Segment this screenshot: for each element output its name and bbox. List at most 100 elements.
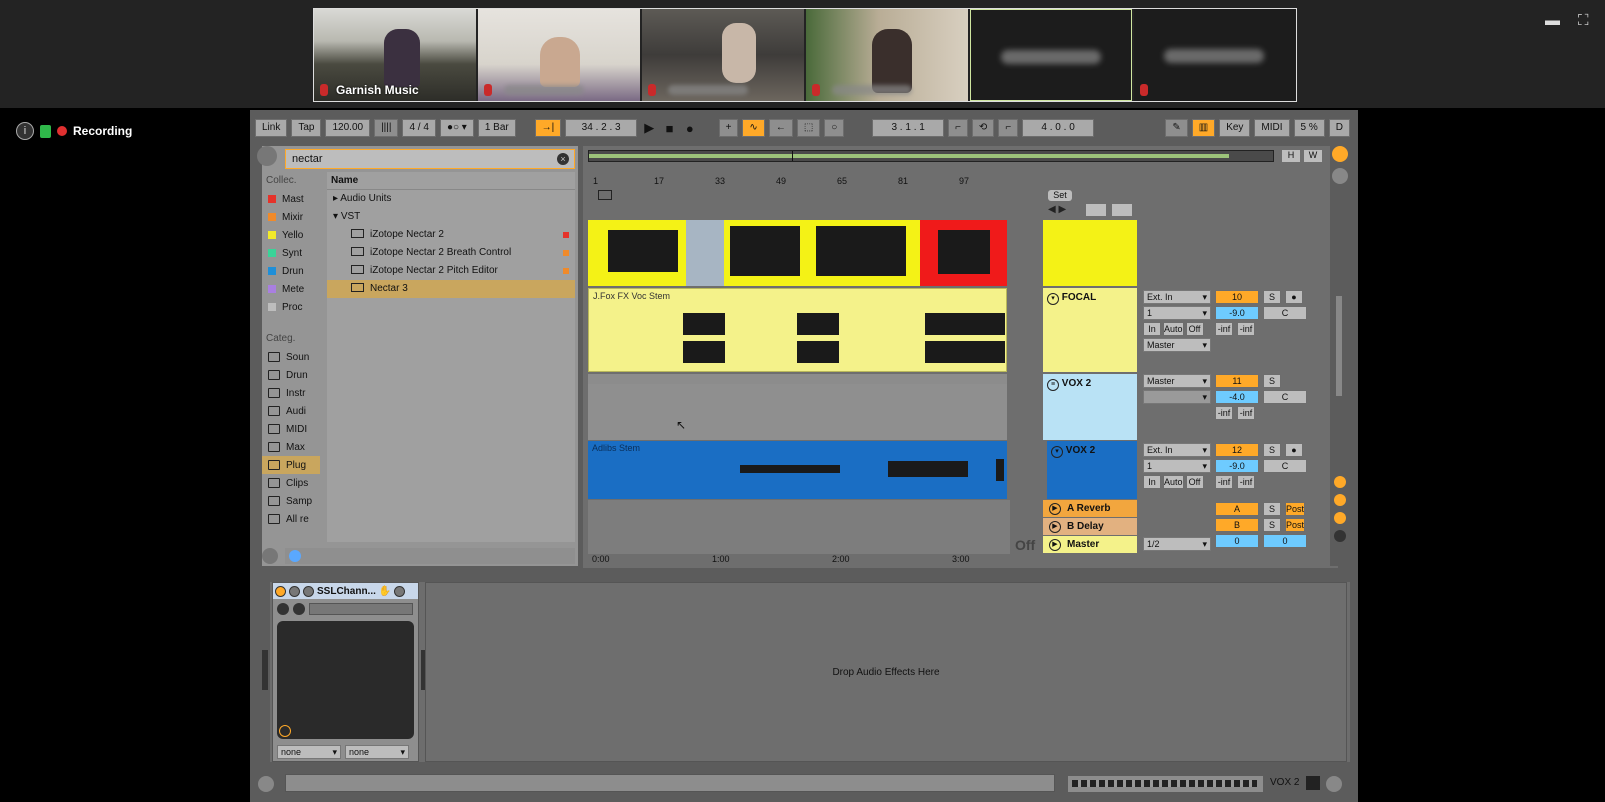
browser-search-input[interactable]: nectar × (285, 149, 575, 169)
device-title-bar[interactable]: SSLChann... ✋ (273, 583, 418, 599)
group-fold-icon[interactable]: ≡ (1047, 379, 1059, 391)
volume-field[interactable]: -4.0 (1215, 390, 1259, 404)
post-button[interactable]: Post (1285, 502, 1306, 516)
audio-clip[interactable] (588, 220, 686, 286)
menu-icon[interactable] (1332, 146, 1348, 162)
monitor-in-button[interactable]: In (1143, 322, 1161, 336)
set-button[interactable]: Set (1048, 190, 1072, 201)
pan-field[interactable]: C (1263, 459, 1307, 473)
collection-item[interactable]: Mete (262, 280, 320, 298)
monitor-off-button[interactable]: Off (1185, 322, 1204, 336)
participant-tile[interactable]: Garnish Music (314, 9, 476, 101)
participant-tile[interactable] (1134, 9, 1296, 101)
fullscreen-icon[interactable]: ⛶ (1578, 12, 1589, 29)
solo-button[interactable]: S (1263, 518, 1281, 532)
category-item[interactable]: Soun (262, 348, 320, 366)
follow-icon[interactable]: →| (534, 119, 562, 137)
category-item[interactable]: Max (262, 438, 320, 456)
time-signature-field[interactable]: 4 / 4 (402, 119, 436, 137)
arrangement-overview[interactable] (588, 150, 1274, 162)
solo-button[interactable]: S (1263, 374, 1281, 388)
device-select-2[interactable]: none (345, 745, 409, 759)
sends-toggle-icon[interactable] (1334, 494, 1346, 506)
play-icon[interactable]: ▶ (641, 119, 657, 137)
monitor-off-button[interactable]: Off (1185, 475, 1204, 489)
disclosure-icon[interactable]: ▾ (333, 211, 341, 222)
hand-icon[interactable]: ✋ (379, 586, 391, 597)
post-button[interactable]: Post (1285, 518, 1306, 532)
input-type-select[interactable]: Ext. In (1143, 443, 1211, 457)
device-wrench-icon[interactable] (303, 585, 314, 597)
category-item[interactable]: Plug (262, 456, 320, 474)
device-sidechain-icon[interactable] (277, 603, 289, 615)
return-header-b[interactable]: ▶ B Delay (1043, 518, 1137, 535)
capture-icon[interactable]: ⬚ (796, 119, 821, 137)
category-item[interactable]: Clips (262, 474, 320, 492)
info-icon[interactable]: i (16, 122, 34, 140)
audio-clip[interactable] (686, 220, 724, 286)
envelope-icon[interactable] (598, 190, 612, 200)
tap-button[interactable]: Tap (291, 119, 322, 137)
volume-field[interactable]: -9.0 (1215, 306, 1259, 320)
view-toggle-icon[interactable] (1332, 168, 1348, 184)
collection-item[interactable]: Synt (262, 244, 320, 262)
solo-button[interactable]: S (1263, 443, 1281, 457)
tempo-field[interactable]: 120.00 (325, 119, 371, 137)
audio-clip[interactable] (920, 220, 1007, 286)
collection-item[interactable]: Drun (262, 262, 320, 280)
preview-icon[interactable] (289, 550, 301, 562)
position-field[interactable]: 34 . 2 . 3 (565, 119, 638, 137)
add-icon[interactable]: + (718, 119, 739, 137)
locator-arrows-icon[interactable]: ◀ ▶ (1048, 204, 1066, 215)
arm-button[interactable]: ● (1285, 443, 1303, 457)
master-pan[interactable]: 0 (1263, 534, 1307, 548)
track-header-top[interactable] (1043, 220, 1137, 286)
track-activator[interactable]: 11 (1215, 374, 1259, 388)
lock-icon[interactable] (40, 124, 51, 138)
returns-toggle-icon[interactable] (1334, 512, 1346, 524)
io-toggle-icon[interactable] (1334, 476, 1346, 488)
master-routing-select[interactable]: 1/2 (1143, 537, 1211, 551)
category-item[interactable]: All re (262, 510, 320, 528)
pan-field[interactable]: C (1263, 306, 1307, 320)
track-header-focal[interactable]: ▾ FOCAL (1043, 288, 1137, 372)
track-activator[interactable]: 10 (1215, 290, 1259, 304)
monitor-auto-button[interactable]: Auto (1163, 322, 1184, 336)
vertical-scrollbar[interactable] (1336, 296, 1342, 396)
fold-icon[interactable]: ▾ (1047, 293, 1059, 305)
return-header-a[interactable]: ▶ A Reverb (1043, 500, 1137, 517)
browser-result-item[interactable]: iZotope Nectar 2 Pitch Editor (327, 262, 575, 280)
category-item[interactable]: Audi (262, 402, 320, 420)
collection-item[interactable]: Mixir (262, 208, 320, 226)
output-select[interactable]: Master (1143, 374, 1211, 388)
lock-icon[interactable] (1112, 204, 1132, 216)
monitor-auto-button[interactable]: Auto (1163, 475, 1184, 489)
audio-clip[interactable] (724, 220, 920, 286)
draw-mode-icon[interactable]: ✎ (1165, 119, 1188, 137)
session-record-icon[interactable]: ○ (824, 119, 845, 137)
solo-button[interactable]: S (1263, 290, 1281, 304)
link-button[interactable]: Link (255, 119, 288, 137)
category-item[interactable]: Instr (262, 384, 320, 402)
midi-map-button[interactable]: MIDI (1254, 119, 1290, 137)
browser-result-item[interactable]: ▾ VST (327, 208, 575, 226)
collection-item[interactable]: Yello (262, 226, 320, 244)
nudge-icon[interactable]: |||| (374, 119, 399, 137)
collection-item[interactable]: Proc (262, 298, 320, 316)
monitor-in-button[interactable]: In (1143, 475, 1161, 489)
return-a-activator[interactable]: A (1215, 502, 1259, 516)
h-button[interactable]: H (1282, 150, 1300, 162)
browser-result-item[interactable]: ▸ Audio Units (327, 190, 575, 208)
track-activator[interactable]: 12 (1215, 443, 1259, 457)
stop-icon[interactable]: ■ (661, 119, 677, 137)
device-param-icon[interactable] (293, 603, 305, 615)
punch-in-icon[interactable]: ⌐ (948, 119, 968, 137)
device-fold-icon[interactable] (289, 585, 300, 597)
computer-keyboard-icon[interactable]: ▥ (1191, 119, 1216, 137)
automation-arm-icon[interactable]: ∿ (742, 119, 765, 137)
solo-button[interactable]: S (1263, 502, 1281, 516)
plugin-resize-icon[interactable] (279, 725, 291, 737)
master-volume[interactable]: 0 (1215, 534, 1259, 548)
master-header[interactable]: ▶ Master (1043, 536, 1137, 553)
audio-clip[interactable]: Adlibs Stem (588, 441, 1007, 499)
